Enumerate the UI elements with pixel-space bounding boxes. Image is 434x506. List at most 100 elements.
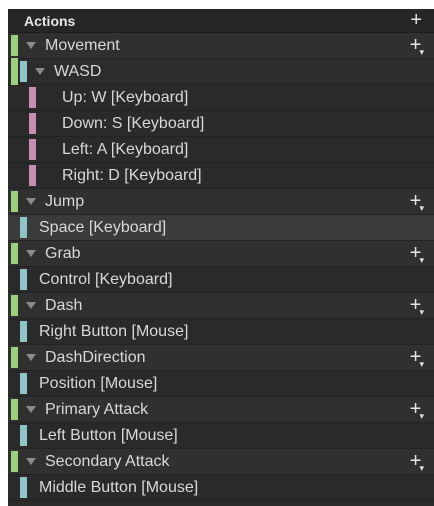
row-content: Space [Keyboard] xyxy=(39,215,166,240)
add-action-icon[interactable]: + xyxy=(410,10,422,30)
add-binding-icon[interactable]: +▾ xyxy=(410,294,424,319)
row-content: Jump xyxy=(26,189,84,214)
row-color-bar xyxy=(20,425,27,446)
row-label: Middle Button [Mouse] xyxy=(39,478,199,496)
dropdown-caret-icon: ▾ xyxy=(419,307,424,317)
binding-row[interactable]: Left: A [Keyboard] xyxy=(8,137,434,163)
row-label: Primary Attack xyxy=(45,400,149,418)
add-binding-icon[interactable]: +▾ xyxy=(410,450,424,475)
row-content: Primary Attack xyxy=(26,397,148,422)
binding-row[interactable]: Right Button [Mouse] xyxy=(8,319,434,345)
actions-tree: Movement +▾ WASD Up: W [Keyboard] Down: S [K… xyxy=(8,33,434,501)
row-color-bar xyxy=(29,113,36,134)
row-indent-guide xyxy=(11,113,18,134)
row-color-bar xyxy=(11,58,18,85)
add-binding-icon[interactable]: +▾ xyxy=(410,398,424,423)
row-content: Down: S [Keyboard] xyxy=(62,111,204,136)
dropdown-caret-icon: ▾ xyxy=(419,255,424,265)
binding-row[interactable]: Left Button [Mouse] xyxy=(8,423,434,449)
row-content: Control [Keyboard] xyxy=(39,267,172,292)
row-label: Control [Keyboard] xyxy=(39,270,173,288)
row-label: Grab xyxy=(45,244,81,262)
row-content: Left Button [Mouse] xyxy=(39,423,178,448)
row-label: Position [Mouse] xyxy=(39,374,158,392)
dropdown-caret-icon: ▾ xyxy=(419,203,424,213)
row-label: Right: D [Keyboard] xyxy=(62,166,202,184)
row-label: WASD xyxy=(54,62,102,80)
action-row[interactable]: DashDirection +▾ xyxy=(8,345,434,371)
actions-panel: Actions + Movement +▾ WASD Up: W [Keyboard]… xyxy=(8,9,434,506)
row-color-bar xyxy=(11,451,18,472)
expand-arrow-icon[interactable] xyxy=(35,68,45,75)
composite-row[interactable]: WASD xyxy=(8,58,434,85)
expand-arrow-icon[interactable] xyxy=(26,302,36,309)
add-binding-icon[interactable]: +▾ xyxy=(410,190,424,215)
row-color-bar xyxy=(20,477,27,498)
dropdown-caret-icon: ▾ xyxy=(419,411,424,421)
row-color-bar xyxy=(20,217,27,238)
expand-arrow-icon[interactable] xyxy=(26,250,36,257)
dropdown-caret-icon: ▾ xyxy=(419,47,424,57)
row-color-bar xyxy=(20,373,27,394)
row-content: Up: W [Keyboard] xyxy=(62,85,188,110)
row-color-bar xyxy=(11,399,18,420)
expand-arrow-icon[interactable] xyxy=(26,406,36,413)
row-content: DashDirection xyxy=(26,345,145,370)
row-label: Left Button [Mouse] xyxy=(39,426,178,444)
expand-arrow-icon[interactable] xyxy=(26,42,36,49)
row-indent-guide xyxy=(11,139,18,160)
expand-arrow-icon[interactable] xyxy=(26,458,36,465)
expand-arrow-icon[interactable] xyxy=(26,198,36,205)
add-binding-icon[interactable]: +▾ xyxy=(410,34,424,59)
dropdown-caret-icon: ▾ xyxy=(419,463,424,473)
row-content: Secondary Attack xyxy=(26,449,170,474)
row-label: Down: S [Keyboard] xyxy=(62,114,205,132)
row-label: DashDirection xyxy=(45,348,146,366)
row-color-bar xyxy=(20,269,27,290)
row-label: Space [Keyboard] xyxy=(39,218,167,236)
row-content: Right Button [Mouse] xyxy=(39,319,188,344)
expand-arrow-icon[interactable] xyxy=(26,354,36,361)
actions-title: Actions xyxy=(24,12,76,29)
row-content: Movement xyxy=(26,33,120,58)
row-color-bar xyxy=(20,321,27,342)
binding-row[interactable]: Control [Keyboard] xyxy=(8,267,434,293)
action-row[interactable]: Secondary Attack +▾ xyxy=(8,449,434,475)
action-row[interactable]: Jump +▾ xyxy=(8,189,434,215)
add-binding-icon[interactable]: +▾ xyxy=(410,346,424,371)
action-row[interactable]: Primary Attack +▾ xyxy=(8,397,434,423)
add-binding-icon[interactable]: +▾ xyxy=(410,242,424,267)
row-color-bar xyxy=(11,295,18,316)
row-label: Movement xyxy=(45,36,120,54)
binding-row[interactable]: Space [Keyboard] xyxy=(8,215,434,241)
row-content: Middle Button [Mouse] xyxy=(39,475,198,500)
binding-row[interactable]: Up: W [Keyboard] xyxy=(8,85,434,111)
row-label: Right Button [Mouse] xyxy=(39,322,189,340)
dropdown-caret-icon: ▾ xyxy=(419,359,424,369)
row-color-bar xyxy=(11,347,18,368)
row-indent-guide xyxy=(11,165,18,186)
row-color-bar xyxy=(11,35,18,56)
row-content: Dash xyxy=(26,293,82,318)
binding-row[interactable]: Middle Button [Mouse] xyxy=(8,475,434,501)
row-label: Jump xyxy=(45,192,85,210)
row-indent-guide xyxy=(11,87,18,108)
binding-row[interactable]: Right: D [Keyboard] xyxy=(8,163,434,189)
row-color-bar xyxy=(29,165,36,186)
action-row[interactable]: Dash +▾ xyxy=(8,293,434,319)
actions-header: Actions + xyxy=(8,9,434,33)
row-content: Grab xyxy=(26,241,81,266)
action-row[interactable]: Movement +▾ xyxy=(8,33,434,59)
binding-row[interactable]: Down: S [Keyboard] xyxy=(8,111,434,137)
row-content: Left: A [Keyboard] xyxy=(62,137,188,162)
binding-row[interactable]: Position [Mouse] xyxy=(8,371,434,397)
row-label: Up: W [Keyboard] xyxy=(62,88,189,106)
row-content: Position [Mouse] xyxy=(39,371,157,396)
action-row[interactable]: Grab +▾ xyxy=(8,241,434,267)
row-label: Secondary Attack xyxy=(45,452,170,470)
row-label: Left: A [Keyboard] xyxy=(62,140,189,158)
row-color-bar xyxy=(11,243,18,264)
row-label: Dash xyxy=(45,296,83,314)
row-color-bar xyxy=(11,191,18,212)
row-color-bar xyxy=(29,87,36,108)
